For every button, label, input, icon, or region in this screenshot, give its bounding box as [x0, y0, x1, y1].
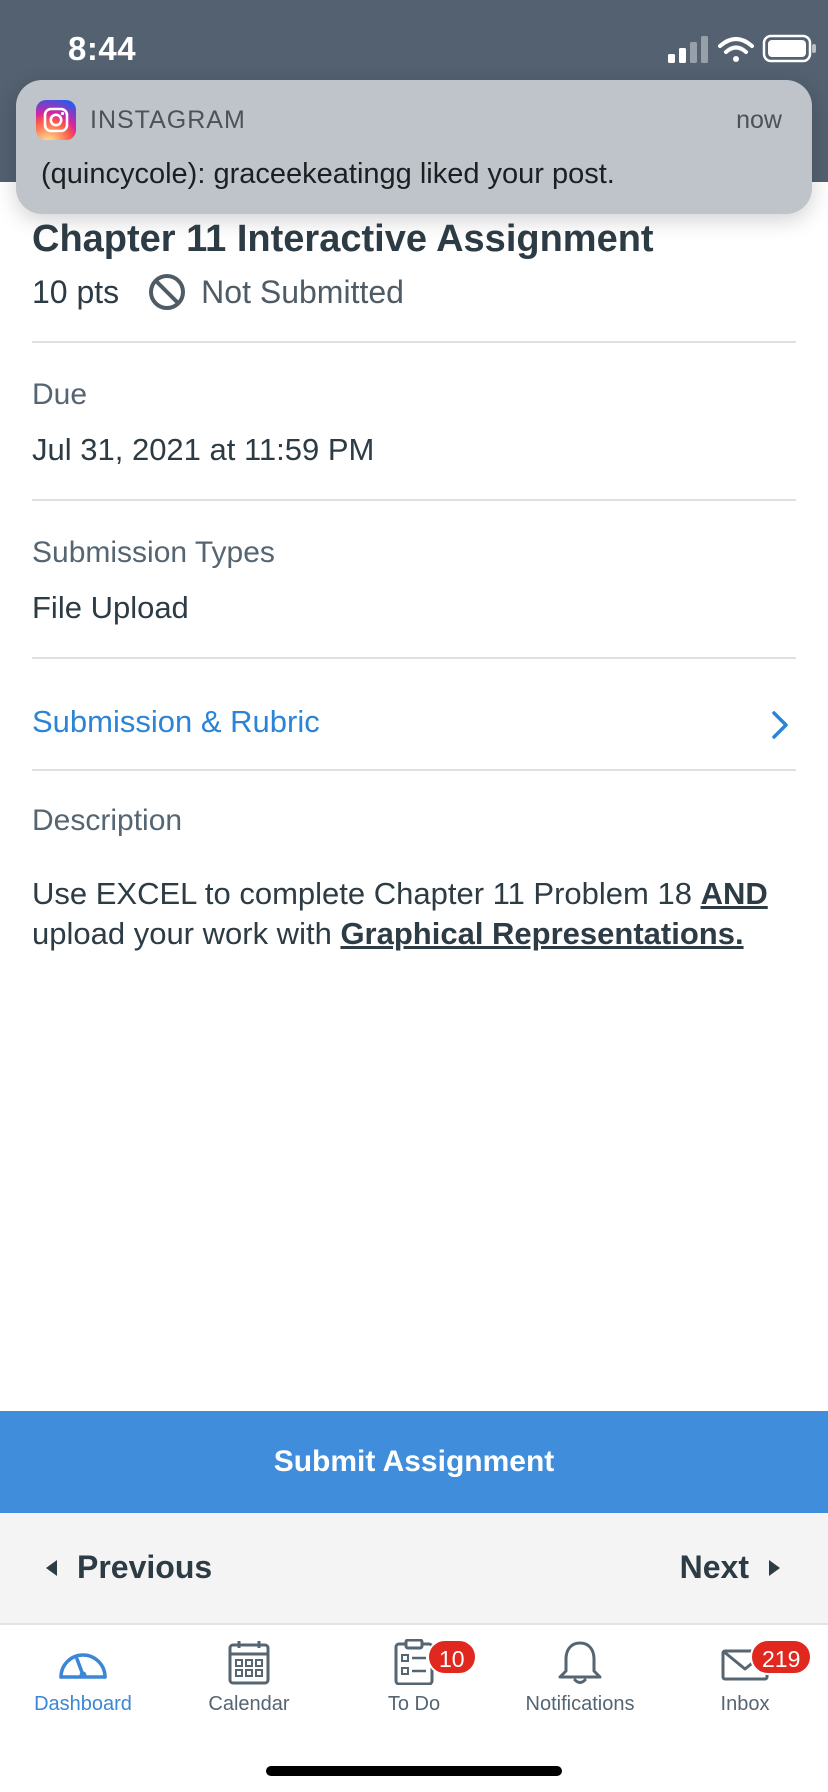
caret-right-icon	[769, 1559, 780, 1576]
wifi-icon	[718, 37, 754, 62]
due-label: Due	[32, 378, 88, 411]
tab-label: Inbox	[720, 1693, 770, 1715]
submission-types-label: Submission Types	[32, 536, 275, 569]
tab-notifications[interactable]: Notifications	[497, 1639, 663, 1716]
notification-banner[interactable]: INSTAGRAM now (quincycole): graceekeatin…	[16, 80, 812, 214]
tab-calendar[interactable]: Calendar	[166, 1639, 332, 1716]
assignment-meta: 10 pts Not Submitted	[32, 272, 404, 312]
status-time: 8:44	[68, 30, 137, 67]
tab-label: Notifications	[525, 1693, 635, 1715]
chevron-right-icon	[772, 711, 788, 739]
tab-label: To Do	[387, 1693, 441, 1715]
description-emphasis: AND	[700, 876, 768, 911]
notification-app-name: INSTAGRAM	[90, 106, 246, 134]
tab-dashboard[interactable]: Dashboard	[0, 1639, 166, 1716]
tab-label: Calendar	[208, 1693, 290, 1715]
todo-badge: 10	[427, 1639, 477, 1675]
home-indicator[interactable]	[266, 1766, 562, 1776]
dashboard-icon	[59, 1653, 107, 1679]
description-text: Use EXCEL to complete Chapter 11 Problem…	[32, 874, 802, 954]
status-icons	[668, 34, 816, 63]
divider	[32, 499, 796, 501]
next-button[interactable]: Next	[680, 1549, 780, 1586]
notification-time: now	[736, 106, 782, 134]
tab-inbox[interactable]: Inbox 219	[662, 1639, 828, 1716]
due-value: Jul 31, 2021 at 11:59 PM	[32, 432, 375, 467]
inbox-badge: 219	[750, 1639, 813, 1675]
assignment-title: Chapter 11 Interactive Assignment	[32, 218, 654, 260]
notification-message: (quincycole): graceekeatingg liked your …	[41, 158, 615, 190]
assignment-points: 10 pts	[32, 273, 120, 310]
bell-icon	[558, 1641, 602, 1684]
submission-status: Not Submitted	[201, 273, 404, 310]
next-label: Next	[679, 1549, 749, 1585]
submit-assignment-button[interactable]: Submit Assignment	[0, 1411, 828, 1513]
submission-types-value: File Upload	[32, 590, 189, 625]
battery-icon	[762, 34, 816, 63]
tab-label: Dashboard	[34, 1693, 132, 1715]
previous-button[interactable]: Previous	[46, 1549, 212, 1586]
caret-left-icon	[46, 1559, 57, 1576]
tab-todo[interactable]: To Do 10	[331, 1639, 497, 1716]
submission-rubric-label: Submission & Rubric	[32, 704, 320, 739]
divider	[32, 657, 796, 659]
divider	[32, 341, 796, 343]
divider	[32, 769, 796, 771]
not-submitted-icon	[149, 274, 186, 310]
description-label: Description	[32, 804, 183, 837]
signal-icon	[668, 36, 708, 63]
submission-rubric-link[interactable]: Submission & Rubric	[32, 700, 796, 770]
pager: Previous Next	[0, 1513, 828, 1625]
instagram-icon	[36, 100, 76, 140]
description-part: Use EXCEL to complete Chapter 11 Problem…	[32, 876, 701, 911]
description-emphasis: Graphical Representations.	[340, 916, 744, 951]
calendar-icon	[228, 1641, 270, 1685]
previous-label: Previous	[77, 1549, 213, 1585]
description-part: upload your work with	[32, 916, 341, 951]
